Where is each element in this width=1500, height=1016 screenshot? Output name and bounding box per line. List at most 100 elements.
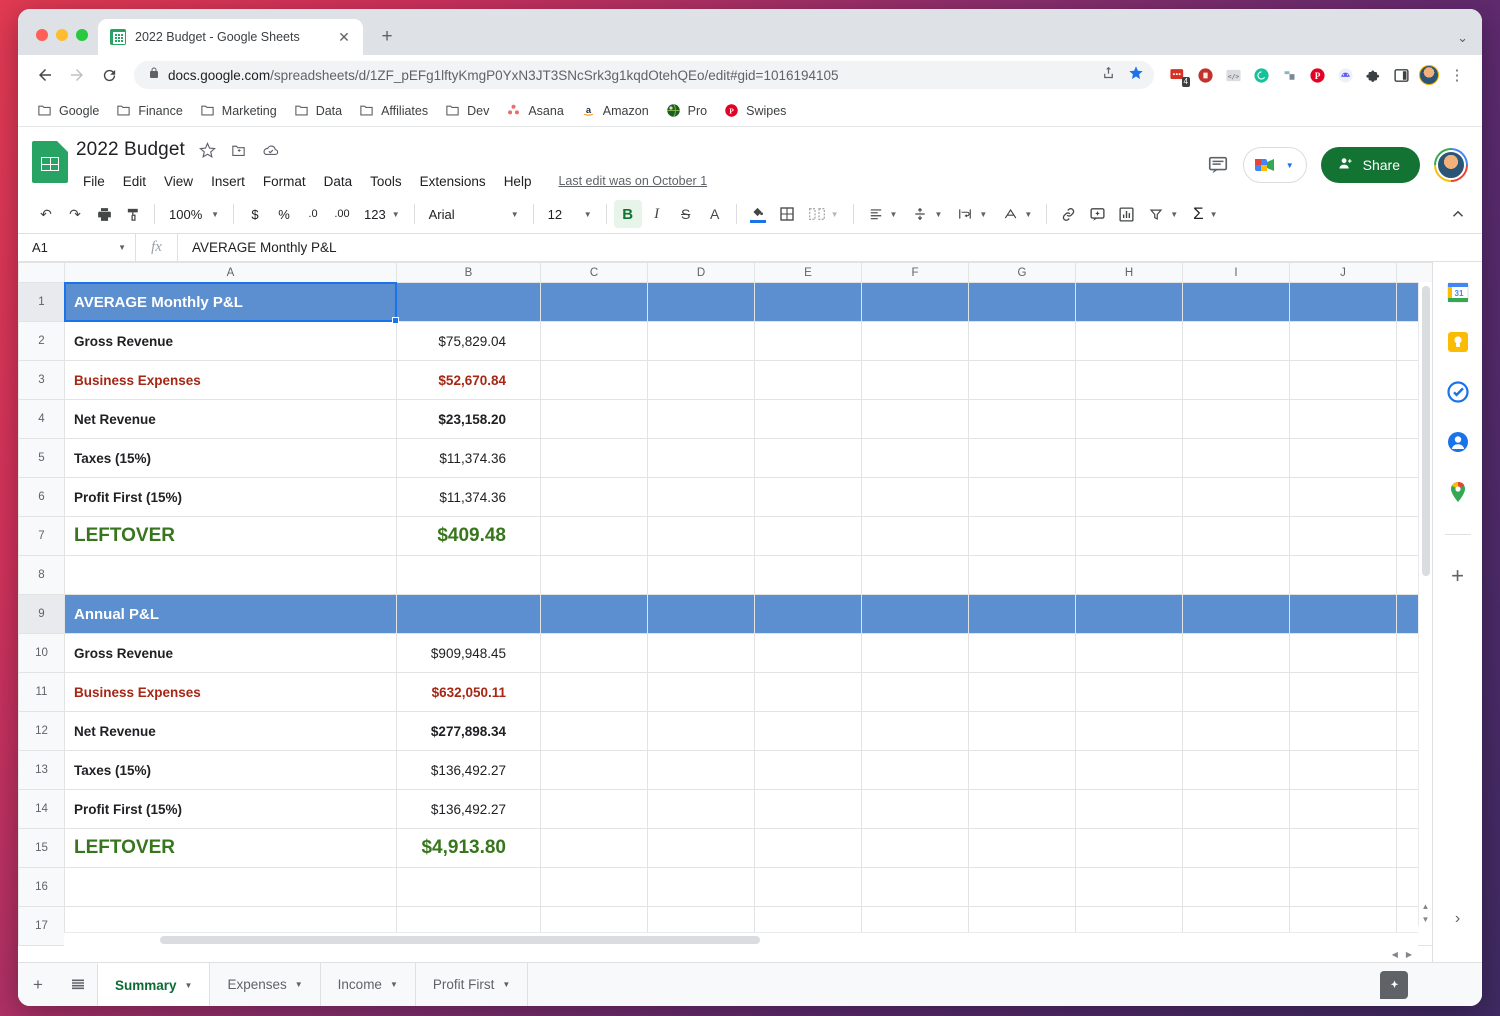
cell-B13[interactable]: $136,492.27 [396, 750, 541, 790]
extensions-puzzle-icon[interactable] [1360, 62, 1386, 88]
cell-D3[interactable] [647, 360, 755, 400]
cell-C1[interactable] [540, 282, 648, 322]
cell-C2[interactable] [540, 321, 648, 361]
cell-G5[interactable] [968, 438, 1076, 478]
bookmark-finance[interactable]: Finance [109, 99, 189, 122]
cell-I13[interactable] [1182, 750, 1290, 790]
collapse-toolbar-button[interactable] [1444, 200, 1472, 228]
cell-I14[interactable] [1182, 789, 1290, 829]
strikethrough-button[interactable]: S [672, 200, 700, 228]
cell-H8[interactable] [1075, 555, 1183, 595]
insert-comment-button[interactable] [1083, 200, 1111, 228]
cell-A3[interactable]: Business Expenses [64, 360, 397, 400]
bookmark-marketing[interactable]: Marketing [193, 99, 284, 122]
bookmark-star-icon[interactable] [1128, 65, 1144, 86]
menu-tools[interactable]: Tools [363, 171, 409, 192]
format-percent-button[interactable]: % [270, 200, 298, 228]
menu-extensions[interactable]: Extensions [413, 171, 493, 192]
cell-D15[interactable] [647, 828, 755, 868]
vertical-scrollbar[interactable]: ▲ ▼ [1418, 282, 1432, 926]
cell-C16[interactable] [540, 867, 648, 907]
scroll-right-button[interactable]: ▶ [1406, 950, 1412, 959]
column-header-G[interactable]: G [968, 262, 1076, 283]
cell-D5[interactable] [647, 438, 755, 478]
cell-B10[interactable]: $909,948.45 [396, 633, 541, 673]
cell-D7[interactable] [647, 516, 755, 556]
column-header-C[interactable]: C [540, 262, 648, 283]
cell-G6[interactable] [968, 477, 1076, 517]
row-header-12[interactable]: 12 [18, 711, 65, 751]
cell-F14[interactable] [861, 789, 969, 829]
browser-kebab-menu-icon[interactable]: ⋮ [1444, 62, 1470, 88]
cell-J7[interactable] [1289, 516, 1397, 556]
cell-G11[interactable] [968, 672, 1076, 712]
cell-E13[interactable] [754, 750, 862, 790]
document-title[interactable]: 2022 Budget [76, 139, 185, 161]
cell-I9[interactable] [1182, 594, 1290, 634]
sheet-tab-income[interactable]: Income ▼ [319, 963, 416, 1006]
cell-D14[interactable] [647, 789, 755, 829]
cell-A2[interactable]: Gross Revenue [64, 321, 397, 361]
maximize-window-button[interactable] [76, 29, 88, 41]
cell-J8[interactable] [1289, 555, 1397, 595]
name-box[interactable]: A1 ▼ [18, 234, 136, 261]
expand-side-panel-icon[interactable]: › [1455, 910, 1460, 928]
cell-I6[interactable] [1182, 477, 1290, 517]
cell-I10[interactable] [1182, 633, 1290, 673]
forward-button[interactable] [62, 60, 92, 90]
bookmark-data[interactable]: Data [287, 99, 349, 122]
cell-I2[interactable] [1182, 321, 1290, 361]
row-header-6[interactable]: 6 [18, 477, 65, 517]
cell-A10[interactable]: Gross Revenue [64, 633, 397, 673]
italic-button[interactable]: I [643, 200, 671, 228]
column-header-H[interactable]: H [1075, 262, 1183, 283]
cell-A1[interactable]: AVERAGE Monthly P&L [64, 282, 397, 322]
cell-E15[interactable] [754, 828, 862, 868]
cell-C3[interactable] [540, 360, 648, 400]
menu-help[interactable]: Help [497, 171, 539, 192]
chevron-down-icon[interactable]: ▼ [118, 243, 126, 252]
cell-I15[interactable] [1182, 828, 1290, 868]
chevron-down-icon[interactable]: ▼ [295, 980, 303, 989]
cell-F3[interactable] [861, 360, 969, 400]
move-to-folder-icon[interactable] [230, 142, 247, 159]
cell-H16[interactable] [1075, 867, 1183, 907]
cell-F5[interactable] [861, 438, 969, 478]
cell-H11[interactable] [1075, 672, 1183, 712]
cell-I3[interactable] [1182, 360, 1290, 400]
cell-A12[interactable]: Net Revenue [64, 711, 397, 751]
cell-H10[interactable] [1075, 633, 1183, 673]
row-header-17[interactable]: 17 [18, 906, 65, 946]
cell-A5[interactable]: Taxes (15%) [64, 438, 397, 478]
cell-G3[interactable] [968, 360, 1076, 400]
row-header-16[interactable]: 16 [18, 867, 65, 907]
cell-H14[interactable] [1075, 789, 1183, 829]
ext-pinterest-icon[interactable]: P [1304, 62, 1330, 88]
menu-data[interactable]: Data [317, 171, 360, 192]
sheet-tab-profit-first[interactable]: Profit First ▼ [414, 963, 529, 1006]
column-header-D[interactable]: D [647, 262, 755, 283]
row-header-14[interactable]: 14 [18, 789, 65, 829]
cell-J12[interactable] [1289, 711, 1397, 751]
cell-D8[interactable] [647, 555, 755, 595]
cell-J3[interactable] [1289, 360, 1397, 400]
sheet-tab-summary[interactable]: Summary ▼ [97, 963, 211, 1006]
cell-D10[interactable] [647, 633, 755, 673]
cell-E11[interactable] [754, 672, 862, 712]
column-header-B[interactable]: B [396, 262, 541, 283]
functions-button[interactable]: Σ ▼ [1186, 200, 1224, 228]
cell-F6[interactable] [861, 477, 969, 517]
horizontal-scrollbar[interactable] [64, 932, 1418, 946]
cell-I8[interactable] [1182, 555, 1290, 595]
cell-H3[interactable] [1075, 360, 1183, 400]
cell-G12[interactable] [968, 711, 1076, 751]
cell-E9[interactable] [754, 594, 862, 634]
column-header-partial[interactable] [1396, 262, 1432, 283]
bookmark-amazon[interactable]: a Amazon [574, 99, 656, 122]
insert-link-button[interactable] [1054, 200, 1082, 228]
text-color-button[interactable]: A [701, 200, 729, 228]
row-header-3[interactable]: 3 [18, 360, 65, 400]
cell-H12[interactable] [1075, 711, 1183, 751]
chevron-down-icon[interactable]: ▼ [1286, 161, 1294, 170]
select-all-corner[interactable] [18, 262, 65, 283]
